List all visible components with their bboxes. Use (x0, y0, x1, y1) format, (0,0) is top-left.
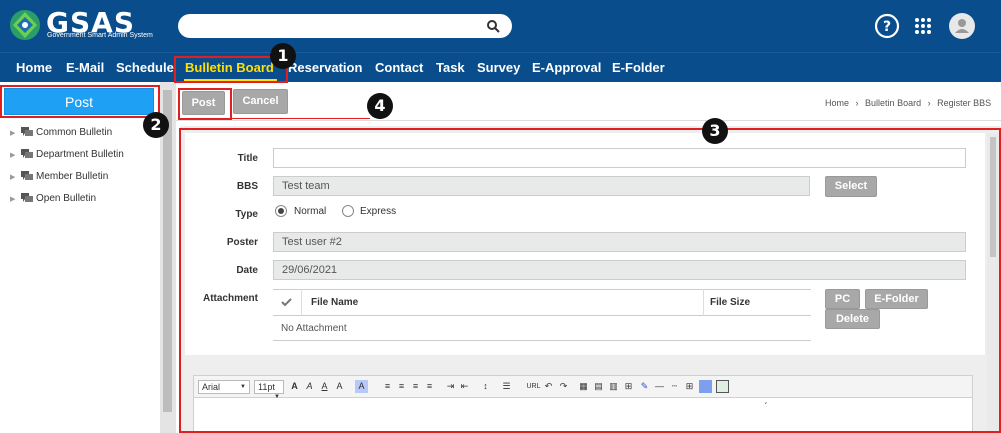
annotation-box-4 (178, 88, 232, 120)
chat-bubbles-icon (21, 149, 33, 158)
sidebar-item-common-bulletin[interactable]: ▶ Common Bulletin (10, 127, 112, 138)
logo-subtitle: Government Smart Admin System (47, 32, 153, 39)
user-avatar-icon[interactable] (948, 12, 976, 40)
sidebar-item-label: Open Bulletin (36, 193, 97, 204)
menu-home[interactable]: Home (16, 60, 52, 75)
sidebar-item-open-bulletin[interactable]: ▶ Open Bulletin (10, 193, 96, 204)
menu-e-approval[interactable]: E-Approval (532, 60, 601, 75)
breadcrumb-separator: › (855, 98, 859, 108)
breadcrumb-home[interactable]: Home (825, 98, 849, 108)
breadcrumb-separator: › (927, 98, 931, 108)
menu-email[interactable]: E-Mail (66, 60, 104, 75)
expand-arrow-icon[interactable]: ▶ (10, 129, 18, 137)
expand-arrow-icon[interactable]: ▶ (10, 195, 18, 203)
chat-bubbles-icon (21, 127, 33, 136)
logo-icon (10, 10, 40, 40)
chat-bubbles-icon (21, 193, 33, 202)
sidebar-item-label: Member Bulletin (36, 171, 109, 182)
scrollbar-thumb[interactable] (163, 90, 172, 412)
apps-grid-icon[interactable] (914, 17, 932, 35)
search-input[interactable] (178, 14, 512, 38)
cancel-button[interactable]: Cancel (233, 89, 288, 114)
expand-arrow-icon[interactable]: ▶ (10, 151, 18, 159)
search-icon[interactable] (486, 19, 500, 33)
annotation-badge-1: 1 (270, 43, 296, 69)
sidebar-item-department-bulletin[interactable]: ▶ Department Bulletin (10, 149, 124, 160)
chat-bubbles-icon (21, 171, 33, 180)
gsas-logo[interactable]: GSAS Government Smart Admin System (8, 6, 168, 48)
menu-survey[interactable]: Survey (477, 60, 520, 75)
menu-task[interactable]: Task (436, 60, 465, 75)
sidebar-item-member-bulletin[interactable]: ▶ Member Bulletin (10, 171, 108, 182)
menu-e-folder[interactable]: E-Folder (612, 60, 665, 75)
svg-text:?: ? (883, 19, 891, 35)
breadcrumb: Home › Bulletin Board › Register BBS (825, 98, 991, 108)
annotation-badge-3: 3 (702, 118, 728, 144)
annotation-line-4 (230, 118, 370, 119)
menu-reservation[interactable]: Reservation (288, 60, 362, 75)
menu-schedule[interactable]: Schedule (116, 60, 174, 75)
sidebar-item-label: Department Bulletin (36, 149, 124, 160)
top-header: GSAS Government Smart Admin System ? (0, 0, 1001, 52)
help-icon[interactable]: ? (874, 13, 900, 39)
annotation-box-3 (179, 128, 1001, 433)
expand-arrow-icon[interactable]: ▶ (10, 173, 18, 181)
menu-contact[interactable]: Contact (375, 60, 423, 75)
sidebar-item-label: Common Bulletin (36, 127, 113, 138)
annotation-badge-4: 4 (367, 93, 393, 119)
annotation-box-2 (0, 85, 160, 118)
breadcrumb-section[interactable]: Bulletin Board (865, 98, 921, 108)
annotation-badge-2: 2 (143, 112, 169, 138)
breadcrumb-current: Register BBS (937, 98, 992, 108)
divider (176, 120, 1001, 121)
